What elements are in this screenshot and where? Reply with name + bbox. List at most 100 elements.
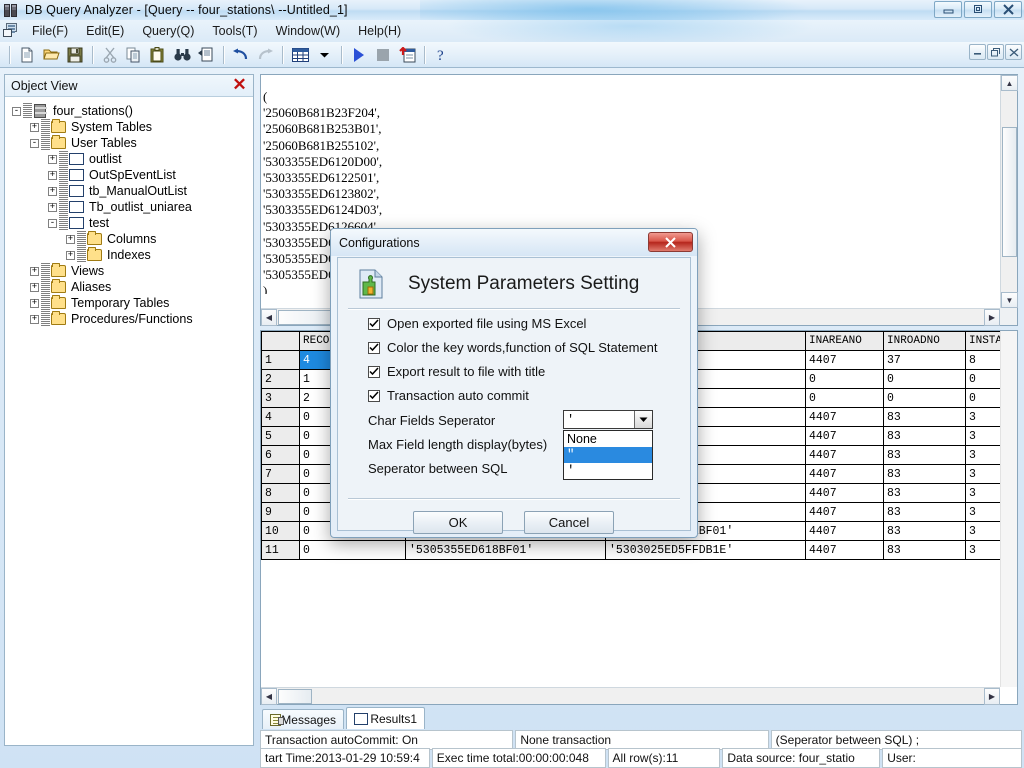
cell-inareano[interactable]: 4407: [806, 484, 884, 503]
tree-node-outlist[interactable]: + outlist: [12, 151, 250, 167]
column-header-inareano[interactable]: INAREANO: [806, 332, 884, 351]
checkbox-icon[interactable]: [368, 366, 380, 378]
cell-col3[interactable]: '5303025ED5FFDB1E': [606, 541, 806, 560]
dialog-close-button[interactable]: [648, 232, 693, 252]
checkbox-color-keywords[interactable]: Color the key words,function of SQL Stat…: [368, 340, 658, 355]
cut-scissors-icon[interactable]: [98, 44, 122, 66]
chevron-down-icon[interactable]: [634, 411, 652, 428]
restore-button[interactable]: [964, 1, 992, 18]
cell-inroadno[interactable]: 83: [884, 541, 966, 560]
cell-col2[interactable]: '5305355ED618BF01': [406, 541, 606, 560]
tree-node-system-tables[interactable]: + System Tables: [12, 119, 250, 135]
scroll-thumb[interactable]: [278, 689, 312, 704]
copy-icon[interactable]: [122, 44, 146, 66]
toggle-icon[interactable]: +: [48, 171, 57, 180]
cell-inareano[interactable]: 4407: [806, 408, 884, 427]
cell-instationno[interactable]: 3: [966, 503, 1001, 522]
checkbox-icon[interactable]: [368, 318, 380, 330]
cell-inroadno[interactable]: 37: [884, 351, 966, 370]
toggle-icon[interactable]: +: [30, 299, 39, 308]
cell-instationno[interactable]: 3: [966, 446, 1001, 465]
toggle-icon[interactable]: +: [30, 123, 39, 132]
results-vertical-scrollbar[interactable]: [1000, 331, 1017, 687]
row-number[interactable]: 6: [262, 446, 300, 465]
toggle-icon[interactable]: +: [48, 155, 57, 164]
dropdown-option-single-quote[interactable]: ': [564, 463, 652, 479]
tree-node-outspeventlist[interactable]: + OutSpEventList: [12, 167, 250, 183]
menu-edit[interactable]: Edit(E): [77, 22, 133, 40]
cell-inareano[interactable]: 4407: [806, 351, 884, 370]
row-number[interactable]: 11: [262, 541, 300, 560]
checkbox-open-exported-file[interactable]: Open exported file using MS Excel: [368, 316, 586, 331]
find-binoculars-icon[interactable]: [170, 44, 194, 66]
results-horizontal-scrollbar[interactable]: ◀ ▶: [261, 687, 1000, 704]
checkbox-transaction-auto-commit[interactable]: Transaction auto commit: [368, 388, 529, 403]
grid-table-icon[interactable]: [288, 44, 312, 66]
column-header-instationno[interactable]: INSTATIONNO: [966, 332, 1001, 351]
cell-inareano[interactable]: 0: [806, 389, 884, 408]
toggle-icon[interactable]: -: [48, 219, 57, 228]
toggle-icon[interactable]: +: [30, 283, 39, 292]
tree-node-test[interactable]: - test: [12, 215, 250, 231]
checkbox-icon[interactable]: [368, 342, 380, 354]
redo-arrow-icon[interactable]: [253, 44, 277, 66]
tree-node-temporary-tables[interactable]: + Temporary Tables: [12, 295, 250, 311]
undo-arrow-icon[interactable]: [229, 44, 253, 66]
replace-icon[interactable]: [194, 44, 218, 66]
cell-inareano[interactable]: 4407: [806, 427, 884, 446]
stop-square-icon[interactable]: [371, 44, 395, 66]
tree-node-tb-manualoutlist[interactable]: + tb_ManualOutList: [12, 183, 250, 199]
tree-node-views[interactable]: + Views: [12, 263, 250, 279]
export-icon[interactable]: [395, 44, 419, 66]
tab-results1[interactable]: Results1: [346, 707, 425, 729]
cell-inroadno[interactable]: 0: [884, 389, 966, 408]
cell-instationno[interactable]: 0: [966, 389, 1001, 408]
cell-inareano[interactable]: 4407: [806, 541, 884, 560]
dropdown-list[interactable]: None " ': [563, 430, 653, 480]
cell-instationno[interactable]: 3: [966, 427, 1001, 446]
cell-instationno[interactable]: 3: [966, 408, 1001, 427]
chevron-down-icon[interactable]: [312, 44, 336, 66]
mdi-close-button[interactable]: [1005, 44, 1022, 60]
tree-node-tb-outlist-uniarea[interactable]: + Tb_outlist_uniarea: [12, 199, 250, 215]
menu-file[interactable]: File(F): [23, 22, 77, 40]
tree-node-columns[interactable]: + Columns: [12, 231, 250, 247]
checkbox-export-with-title[interactable]: Export result to file with title: [368, 364, 545, 379]
tree-node-indexes[interactable]: + Indexes: [12, 247, 250, 263]
scroll-thumb[interactable]: [1002, 127, 1017, 257]
execute-play-icon[interactable]: [347, 44, 371, 66]
toggle-icon[interactable]: +: [30, 315, 39, 324]
minimize-button[interactable]: [934, 1, 962, 18]
scroll-left-icon[interactable]: ◀: [261, 309, 277, 326]
row-number[interactable]: 5: [262, 427, 300, 446]
scroll-right-icon[interactable]: ▶: [984, 309, 1000, 326]
cell-record[interactable]: 0: [300, 541, 406, 560]
cell-inroadno[interactable]: 83: [884, 522, 966, 541]
mdi-restore-button[interactable]: [987, 44, 1004, 60]
cell-inroadno[interactable]: 83: [884, 408, 966, 427]
close-icon[interactable]: ✕: [230, 76, 249, 95]
tab-messages[interactable]: Messages: [262, 709, 344, 729]
paste-clipboard-icon[interactable]: [146, 44, 170, 66]
row-number[interactable]: 8: [262, 484, 300, 503]
menu-query[interactable]: Query(Q): [133, 22, 203, 40]
cell-inareano[interactable]: 0: [806, 370, 884, 389]
tree-node-user-tables[interactable]: - User Tables: [12, 135, 250, 151]
cell-inroadno[interactable]: 83: [884, 427, 966, 446]
menu-help[interactable]: Help(H): [349, 22, 410, 40]
cell-instationno[interactable]: 8: [966, 351, 1001, 370]
toggle-icon[interactable]: +: [30, 267, 39, 276]
cell-instationno[interactable]: 3: [966, 484, 1001, 503]
toggle-icon[interactable]: +: [48, 203, 57, 212]
toggle-icon[interactable]: -: [30, 139, 39, 148]
cell-instationno[interactable]: 0: [966, 370, 1001, 389]
cell-inroadno[interactable]: 0: [884, 370, 966, 389]
tree-node-aliases[interactable]: + Aliases: [12, 279, 250, 295]
row-number[interactable]: 9: [262, 503, 300, 522]
tree-node-procedures-functions[interactable]: + Procedures/Functions: [12, 311, 250, 327]
cell-instationno[interactable]: 3: [966, 522, 1001, 541]
table-row[interactable]: 11 0 '5305355ED618BF01' '5303025ED5FFDB1…: [262, 541, 1001, 560]
scroll-up-icon[interactable]: ▲: [1001, 75, 1018, 91]
corner-cell[interactable]: [262, 332, 300, 351]
cell-inareano[interactable]: 4407: [806, 503, 884, 522]
